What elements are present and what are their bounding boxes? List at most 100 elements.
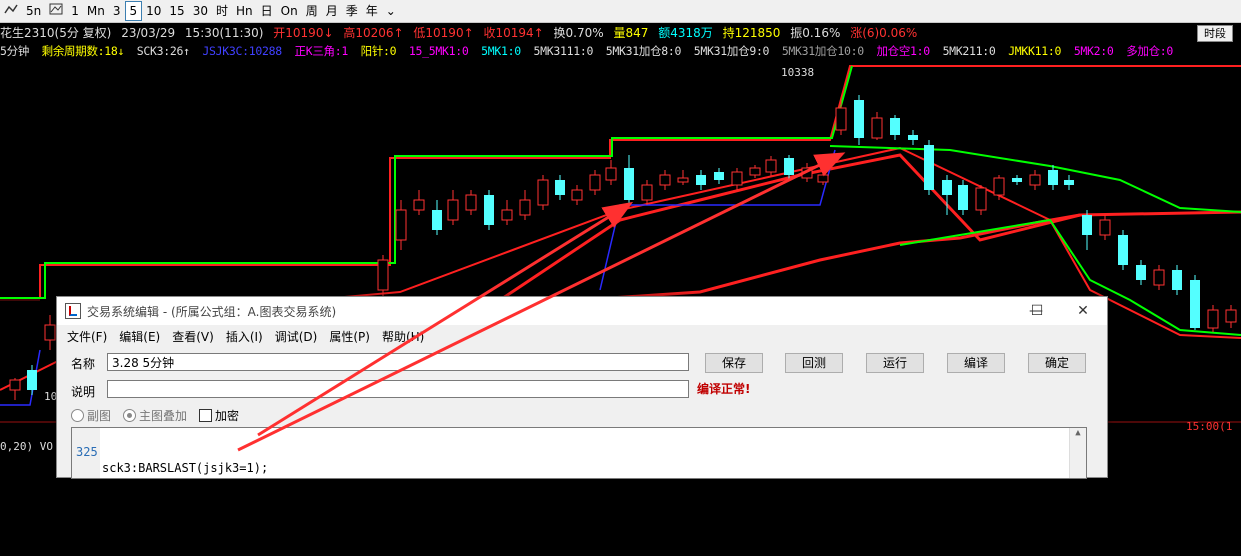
ok-button[interactable]: 确定 <box>1028 353 1086 373</box>
bull-candle <box>659 174 671 186</box>
bull-candle <box>871 117 883 139</box>
period-button[interactable]: 1 <box>67 1 83 21</box>
bear-candle <box>432 210 442 230</box>
name-input[interactable]: 3.28 5分钟 <box>107 353 689 371</box>
channel-upper-green <box>0 65 853 299</box>
bull-candle <box>1225 309 1237 323</box>
formula-editor-dialog: 交易系统编辑 - (所属公式组：A.图表交易系统) — ☐ ✕ 文件(F) 编辑… <box>56 296 1108 523</box>
sub-chart-option[interactable]: 副图 <box>71 407 111 424</box>
bull-candle <box>993 177 1005 196</box>
bull-candle <box>1153 269 1165 286</box>
bull-candle <box>605 167 617 181</box>
bull-candle <box>589 174 601 191</box>
bull-candle <box>537 179 549 206</box>
bull-candle <box>1029 174 1041 186</box>
period-button[interactable]: 5n <box>22 1 45 21</box>
period-button[interactable]: 15 <box>165 1 188 21</box>
period-button[interactable]: 日 <box>257 1 277 21</box>
bear-candle <box>958 185 968 210</box>
bear-candle <box>555 180 565 195</box>
menu-edit[interactable]: 编辑(E) <box>113 328 166 345</box>
quote-date: 23/03/29 <box>121 26 176 40</box>
bull-candle <box>571 189 583 201</box>
period-button[interactable]: Mn <box>83 1 109 21</box>
formula-jc9: 5MK31加仓9:0 <box>693 44 770 58</box>
bear-candle <box>908 135 918 140</box>
formula-jmkk11: JMKK11:0 <box>1008 44 1062 58</box>
formula-yz: 阳针:0 <box>360 44 397 58</box>
bear-candle <box>1190 280 1200 328</box>
period-button[interactable]: Hn <box>232 1 257 21</box>
quote-hold: 持121850 <box>722 26 781 40</box>
quote-change: 涨(6)0.06% <box>850 26 918 40</box>
name-label: 名称 <box>71 357 96 371</box>
period-button[interactable]: 月 <box>322 1 342 21</box>
formula-indicator-line: 5分钟 剩余周期数:18↓ SCK3:26↑ JSJK3C:10288 正K三角… <box>0 42 1179 60</box>
period-button[interactable]: 周 <box>302 1 322 21</box>
period-button-active[interactable]: 5 <box>124 1 143 21</box>
bear-candle <box>1172 270 1182 290</box>
main-overlay-option[interactable]: 主图叠加 <box>123 407 187 424</box>
formula-jc10: 5MK31加仓10:0 <box>781 44 864 58</box>
more-dropdown-icon[interactable]: ⌄ <box>382 1 400 21</box>
menu-debug[interactable]: 调试(D) <box>269 328 324 345</box>
contract-name: 花生2310(5分 复权) <box>0 26 112 40</box>
radio-checked-icon <box>123 409 136 422</box>
quote-high: 高10206↑ <box>343 26 404 40</box>
quote-open: 开10190↓ <box>273 26 334 40</box>
menu-insert[interactable]: 插入(I) <box>220 328 269 345</box>
bear-candle <box>1048 170 1058 185</box>
quote-amplitude: 振0.16% <box>790 26 841 40</box>
period-button[interactable]: 3 <box>109 1 125 21</box>
period-button[interactable]: 30 <box>189 1 212 21</box>
bear-candle <box>890 118 900 135</box>
code-text[interactable]: sck3:BARSLAST(jsjk3=1); jsjk3c:REF(L,sck… <box>102 428 268 556</box>
bull-candle <box>501 209 513 221</box>
formula-mk211: 5MK211:0 <box>942 44 996 58</box>
period-button[interactable]: 时 <box>212 1 232 21</box>
close-icon[interactable]: ✕ <box>1060 297 1106 325</box>
menu-property[interactable]: 属性(P) <box>323 328 376 345</box>
save-button[interactable]: 保存 <box>705 353 763 373</box>
description-input[interactable] <box>107 380 689 398</box>
period-button[interactable] <box>45 1 67 21</box>
run-button[interactable]: 运行 <box>866 353 924 373</box>
chart-type-icon[interactable] <box>0 1 22 21</box>
bear-candle <box>1082 215 1092 235</box>
code-line: sck3:BARSLAST(jsjk3=1); <box>102 461 269 475</box>
quote-low: 低10190↑ <box>413 26 474 40</box>
bear-candle <box>27 370 37 390</box>
bull-candle <box>1207 309 1219 329</box>
period-button[interactable]: 10 <box>142 1 165 21</box>
period-button[interactable]: On <box>277 1 302 21</box>
backtest-button[interactable]: 回测 <box>785 353 843 373</box>
menu-view[interactable]: 查看(V) <box>166 328 220 345</box>
quote-amount: 额4318万 <box>658 26 713 40</box>
menu-help[interactable]: 帮助(H) <box>376 328 430 345</box>
line-number: 325 <box>76 445 98 459</box>
bull-candle <box>519 199 531 216</box>
encrypt-option[interactable]: 加密 <box>199 407 239 424</box>
period-button[interactable]: 年 <box>362 1 382 21</box>
bear-candle <box>924 145 934 190</box>
bull-candle <box>1099 219 1111 236</box>
scroll-up-icon[interactable]: ▲ <box>1070 428 1086 438</box>
bear-candle <box>1064 180 1074 185</box>
bull-candle <box>413 199 425 211</box>
quote-close: 收10194↑ <box>483 26 544 40</box>
menu-file[interactable]: 文件(F) <box>61 328 113 345</box>
dialog-title: 交易系统编辑 - (所属公式组：A.图表交易系统) <box>87 304 337 319</box>
bull-candle <box>465 194 477 211</box>
bear-candle <box>714 172 724 180</box>
code-line: jsjk3c:REF(L,sck3); <box>102 509 240 523</box>
time-period-button[interactable]: 时段 <box>1197 25 1233 42</box>
maximize-icon[interactable]: ☐ <box>1014 297 1060 325</box>
bull-candle <box>395 209 407 241</box>
app-icon <box>65 303 81 319</box>
compile-button[interactable]: 编译 <box>947 353 1005 373</box>
bear-candle <box>854 100 864 138</box>
period-button[interactable]: 季 <box>342 1 362 21</box>
bull-candle <box>835 107 847 131</box>
dialog-titlebar[interactable]: 交易系统编辑 - (所属公式组：A.图表交易系统) — ☐ ✕ <box>57 297 1107 325</box>
code-editor[interactable]: 325 sck3:BARSLAST(jsjk3=1); jsjk3c:REF(L… <box>71 427 1087 523</box>
